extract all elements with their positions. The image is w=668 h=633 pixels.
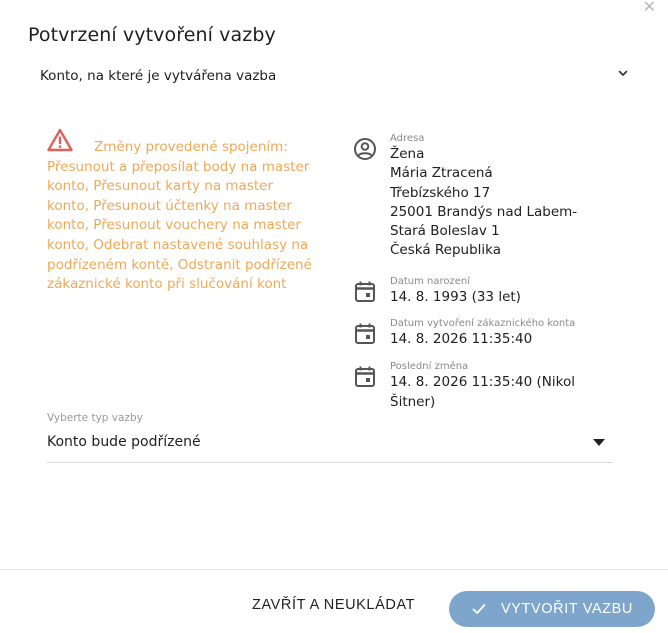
last-change-label: Poslední změna [390, 361, 469, 373]
calendar-icon [355, 281, 375, 302]
calendar-icon [355, 366, 375, 388]
address-line: Stará Boleslav 1 [390, 223, 500, 240]
address-line: Mária Ztracená [390, 165, 493, 182]
caret-down-icon [593, 439, 605, 446]
customer-info: Adresa Žena Mária Ztracená Třebízského 1… [352, 132, 622, 412]
relation-type-label: Vyberte typ vazby [47, 412, 143, 424]
created-date-block: Datum vytvoření zákaznického konta 14. 8… [352, 317, 622, 349]
relation-type-select[interactable]: Konto bude podřízené [47, 434, 613, 463]
create-relation-label: VYTVOŘIT VAZBU [501, 601, 633, 617]
address-block: Adresa Žena Mária Ztracená Třebízského 1… [352, 132, 622, 261]
account-select[interactable]: Konto, na které je vytvářena vazba [40, 68, 636, 90]
birth-date-block: Datum narození 14. 8. 1993 (33 let) [352, 275, 622, 307]
merge-warning: Změny provedené spojením: Přesunout a př… [47, 128, 312, 295]
address-line: 25001 Brandýs nad Labem- [390, 203, 578, 220]
address-line: Žena [390, 146, 425, 162]
chevron-down-icon [618, 70, 628, 76]
birth-date-value: 14. 8. 1993 (33 let) [390, 288, 521, 305]
dialog-title: Potvrzení vytvoření vazby [28, 24, 276, 46]
birth-date-label: Datum narození [390, 275, 470, 287]
address-label: Adresa [390, 133, 425, 144]
create-relation-button[interactable]: VYTVOŘIT VAZBU [449, 591, 655, 627]
warning-triangle-icon [47, 128, 73, 152]
created-date-label: Datum vytvoření zákaznického konta [390, 318, 576, 330]
created-date-value: 14. 8. 2026 11:35:40 [390, 331, 533, 348]
address-line: Třebízského 17 [390, 184, 491, 201]
relation-type-field: Vyberte typ vazby Konto bude podřízené [47, 412, 613, 463]
check-icon [472, 604, 486, 614]
account-select-label: Konto, na které je vytvářena vazba [40, 68, 277, 84]
close-without-saving-button[interactable]: ZAVŘÍT A NEUKLÁDAT [252, 597, 415, 613]
account-circle-icon [354, 138, 376, 160]
close-icon[interactable]: ✕ [643, 0, 656, 15]
footer-divider [0, 569, 668, 570]
confirm-relation-dialog: ✕ Potvrzení vytvoření vazby Konto, na kt… [0, 0, 668, 633]
calendar-icon [355, 323, 375, 345]
relation-type-value: Konto bude podřízené [47, 434, 201, 450]
address-line: Česká Republika [390, 242, 502, 259]
last-change-block: Poslední změna 14. 8. 2026 11:35:40 (Nik… [352, 360, 622, 412]
last-change-value: 14. 8. 2026 11:35:40 (Nikol Šitner) [390, 374, 575, 410]
warning-text: Změny provedené spojením: Přesunout a př… [47, 139, 312, 293]
